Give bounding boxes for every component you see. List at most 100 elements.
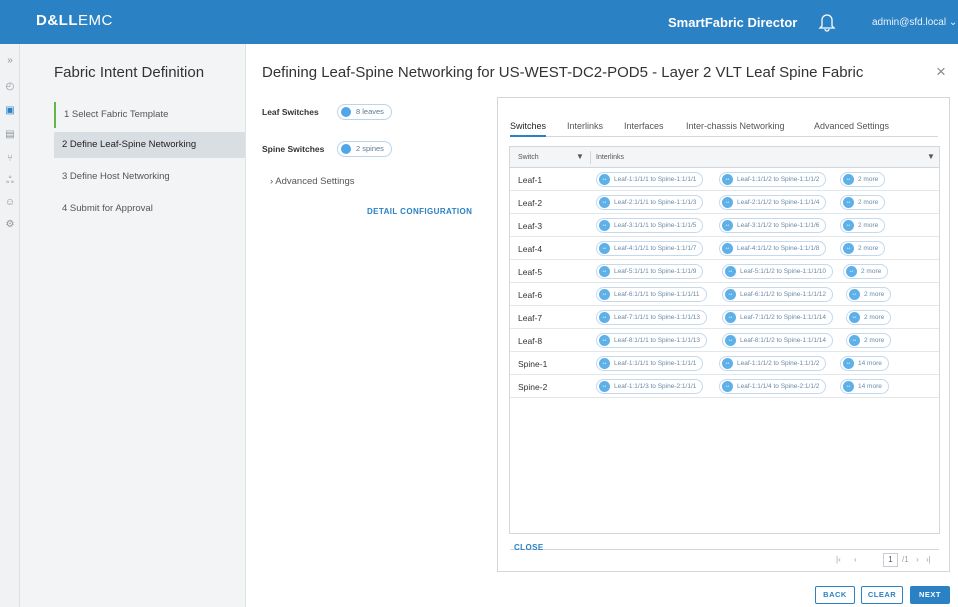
more-links-chip[interactable]: ↔ 2 more [846, 310, 892, 325]
hosts-icon[interactable]: ஃ [3, 174, 17, 188]
more-links-chip[interactable]: ↔ 2 more [840, 241, 886, 256]
table-row[interactable]: Leaf-5 ↔ Leaf-5:1/1/1 to Spine-1:1/1/9 ↔ Lea… [510, 261, 939, 283]
interlink-chip[interactable]: ↔ Leaf-1:1/1/3 to Spine-2:1/1/1 [596, 379, 704, 394]
steps-panel: Fabric Intent Definition 1 Select Fabric… [20, 44, 246, 607]
tab-advanced-settings[interactable]: Advanced Settings [814, 121, 889, 137]
table-row[interactable]: Spine-2 ↔ Leaf-1:1/1/3 to Spine-2:1/1/1 ↔ Le… [510, 376, 939, 398]
more-links-chip[interactable]: ↔ 2 more [840, 195, 886, 210]
switch-icon [341, 144, 351, 154]
link-icon: ↔ [843, 243, 854, 254]
interlink-chip[interactable]: ↔ Leaf-7:1/1/1 to Spine-1:1/1/13 [596, 310, 708, 325]
tab-interlinks[interactable]: Interlinks [567, 121, 603, 137]
spine-switches-label: Spine Switches [262, 144, 325, 154]
step-define-leaf-spine[interactable]: 2 Define Leaf-Spine Networking [54, 132, 245, 158]
link-icon: ↔ [599, 220, 610, 231]
step-define-host[interactable]: 3 Define Host Networking [54, 164, 245, 190]
first-page-icon[interactable]: |‹ [836, 555, 841, 564]
interlink-chip[interactable]: ↔ Leaf-1:1/1/2 to Spine-1:1/1/2 [719, 172, 827, 187]
link-icon: ↔ [725, 266, 736, 277]
interlink-chip[interactable]: ↔ Leaf-3:1/1/2 to Spine-1:1/1/6 [719, 218, 827, 233]
filter-icon[interactable]: ▼ [576, 152, 584, 161]
next-button[interactable]: NEXT [910, 586, 950, 604]
more-links-chip[interactable]: ↔ 2 more [846, 287, 892, 302]
interlink-chip[interactable]: ↔ Leaf-1:1/1/1 to Spine-1:1/1/1 [596, 172, 704, 187]
expand-icon[interactable]: » [3, 54, 17, 68]
table-row[interactable]: Leaf-6 ↔ Leaf-6:1/1/1 to Spine-1:1/1/11 ↔ Le… [510, 284, 939, 306]
interlink-chip[interactable]: ↔ Leaf-5:1/1/2 to Spine-1:1/1/10 [722, 264, 834, 279]
switch-name: Spine-2 [518, 382, 548, 392]
topology-icon[interactable]: ▤ [3, 128, 17, 142]
close-panel-button[interactable]: CLOSE [514, 543, 544, 552]
user-menu[interactable]: admin@sfd.local ⌄ [872, 17, 957, 28]
next-page-icon[interactable]: › [916, 555, 919, 564]
table-row[interactable]: Leaf-8 ↔ Leaf-8:1/1/1 to Spine-1:1/1/13 ↔ Le… [510, 330, 939, 352]
interlink-chip[interactable]: ↔ Leaf-8:1/1/2 to Spine-1:1/1/14 [722, 333, 834, 348]
switch-name: Leaf-4 [518, 244, 543, 254]
switch-name: Leaf-5 [518, 267, 543, 277]
more-links-chip[interactable]: ↔ 14 more [840, 379, 889, 394]
pager: |‹ ‹ 1 /1 › ›| [510, 549, 939, 570]
filter-icon[interactable]: ▼ [927, 152, 935, 161]
table-row[interactable]: Leaf-3 ↔ Leaf-3:1/1/1 to Spine-1:1/1/5 ↔ Lea… [510, 215, 939, 237]
bell-icon[interactable] [818, 12, 836, 32]
interlink-chip[interactable]: ↔ Leaf-6:1/1/1 to Spine-1:1/1/11 [596, 287, 707, 302]
interlink-chip[interactable]: ↔ Leaf-2:1/1/1 to Spine-1:1/1/3 [596, 195, 704, 210]
link-icon: ↔ [599, 312, 610, 323]
app-title: SmartFabric Director [668, 15, 798, 30]
last-page-icon[interactable]: ›| [926, 555, 931, 564]
interlink-chip[interactable]: ↔ Leaf-3:1/1/1 to Spine-1:1/1/5 [596, 218, 704, 233]
settings-icon[interactable]: ⚙ [3, 218, 17, 232]
dashboard-icon[interactable]: ◴ [3, 80, 17, 94]
tab-interfaces[interactable]: Interfaces [624, 121, 664, 137]
column-divider [590, 151, 591, 164]
detail-configuration-link[interactable]: DETAIL CONFIGURATION [367, 207, 472, 216]
tab-switches[interactable]: Switches [510, 121, 547, 137]
link-icon: ↔ [722, 197, 733, 208]
page-input[interactable]: 1 [883, 553, 898, 567]
back-button[interactable]: BACK [815, 586, 855, 604]
interlink-chip[interactable]: ↔ Leaf-1:1/1/1 to Spine-1:1/1/1 [596, 356, 704, 371]
more-links-chip[interactable]: ↔ 2 more [843, 264, 889, 279]
link-icon: ↔ [599, 266, 610, 277]
interlink-chip[interactable]: ↔ Leaf-7:1/1/2 to Spine-1:1/1/14 [722, 310, 834, 325]
interlink-chip[interactable]: ↔ Leaf-1:1/1/2 to Spine-1:1/1/2 [719, 356, 827, 371]
fabric-icon[interactable]: ▣ [3, 104, 17, 118]
interlink-chip[interactable]: ↔ Leaf-2:1/1/2 to Spine-1:1/1/4 [719, 195, 827, 210]
link-icon: ↔ [722, 243, 733, 254]
network-icon[interactable]: ⑂ [3, 152, 17, 166]
table-row[interactable]: Leaf-4 ↔ Leaf-4:1/1/1 to Spine-1:1/1/7 ↔ Lea… [510, 238, 939, 260]
interlink-chip[interactable]: ↔ Leaf-1:1/1/4 to Spine-2:1/1/2 [719, 379, 827, 394]
page-title: Defining Leaf-Spine Networking for US-WE… [262, 64, 864, 81]
advanced-settings-toggle[interactable]: › Advanced Settings [270, 176, 355, 187]
close-icon[interactable]: × [936, 62, 946, 82]
more-links-chip[interactable]: ↔ 2 more [840, 172, 886, 187]
more-links-chip[interactable]: ↔ 14 more [840, 356, 889, 371]
step-submit[interactable]: 4 Submit for Approval [54, 196, 245, 222]
link-icon: ↔ [843, 174, 854, 185]
table-row[interactable]: Leaf-7 ↔ Leaf-7:1/1/1 to Spine-1:1/1/13 ↔ Le… [510, 307, 939, 329]
link-icon: ↔ [725, 335, 736, 346]
interlink-chip[interactable]: ↔ Leaf-8:1/1/1 to Spine-1:1/1/13 [596, 333, 708, 348]
dell-emc-logo[interactable]: D&LLEMC [36, 12, 113, 29]
link-icon: ↔ [725, 312, 736, 323]
link-icon: ↔ [599, 335, 610, 346]
switch-grid: Switch ▼ Interlinks ▼ Leaf-1 ↔ Leaf-1:1/1/… [509, 146, 940, 567]
interlink-chip[interactable]: ↔ Leaf-5:1/1/1 to Spine-1:1/1/9 [596, 264, 704, 279]
table-row[interactable]: Spine-1 ↔ Leaf-1:1/1/1 to Spine-1:1/1/1 ↔ Le… [510, 353, 939, 375]
table-row[interactable]: Leaf-1 ↔ Leaf-1:1/1/1 to Spine-1:1/1/1 ↔ Lea… [510, 169, 939, 191]
more-links-chip[interactable]: ↔ 2 more [840, 218, 886, 233]
leaf-count-pill[interactable]: 8 leaves [337, 104, 392, 120]
more-links-chip[interactable]: ↔ 2 more [846, 333, 892, 348]
table-row[interactable]: Leaf-2 ↔ Leaf-2:1/1/1 to Spine-1:1/1/3 ↔ Lea… [510, 192, 939, 214]
clear-button[interactable]: CLEAR [861, 586, 903, 604]
prev-page-icon[interactable]: ‹ [854, 555, 857, 564]
link-icon: ↔ [599, 358, 610, 369]
interlink-chip[interactable]: ↔ Leaf-4:1/1/1 to Spine-1:1/1/7 [596, 241, 704, 256]
link-icon: ↔ [722, 358, 733, 369]
spine-count-pill[interactable]: 2 spines [337, 141, 392, 157]
interlink-chip[interactable]: ↔ Leaf-4:1/1/2 to Spine-1:1/1/8 [719, 241, 827, 256]
users-icon[interactable]: ☺ [3, 196, 17, 210]
step-select-template[interactable]: 1 Select Fabric Template [54, 102, 245, 128]
interlink-chip[interactable]: ↔ Leaf-6:1/1/2 to Spine-1:1/1/12 [722, 287, 834, 302]
tab-inter-chassis[interactable]: Inter-chassis Networking [686, 121, 785, 137]
